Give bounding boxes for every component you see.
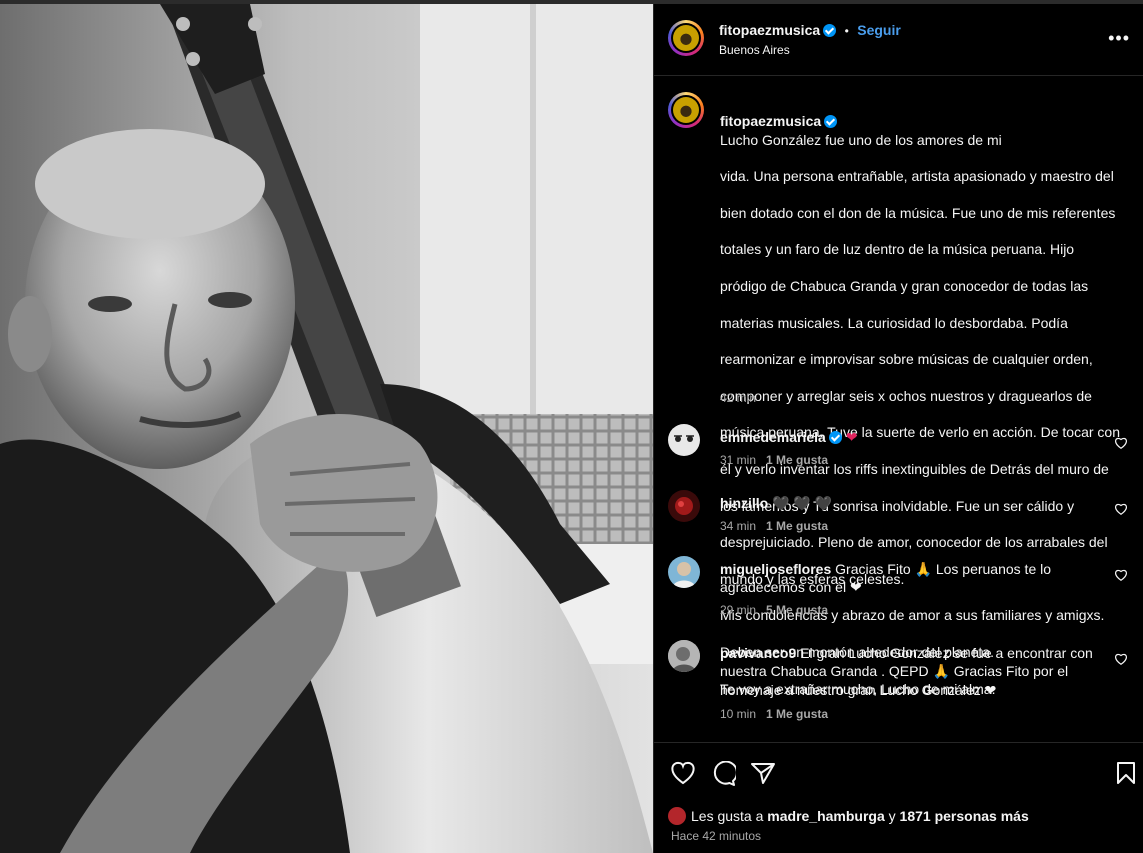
likes-conjunction: y	[888, 808, 896, 824]
comment-text: emmedemariela ❤	[720, 428, 1110, 446]
comment-time[interactable]: 29 min	[720, 603, 756, 617]
caption-line: vida. Una persona entrañable, artista ap…	[720, 168, 1114, 185]
caption-line: pródigo de Chabuca Granda y gran conoced…	[720, 277, 1089, 294]
comment-likes[interactable]: 5 Me gusta	[766, 603, 828, 617]
comment-item: emmedemariela ❤ 31 min 1 Me gusta	[668, 424, 1128, 474]
comment-content: nuestra Chabuca Granda . QEPD 🙏 Gracias …	[720, 663, 1069, 680]
comment-bubble-icon[interactable]	[711, 761, 736, 786]
verified-badge-icon	[828, 431, 842, 444]
comment-time[interactable]: 34 min	[720, 519, 756, 533]
comment-like-heart-icon[interactable]	[1114, 568, 1128, 582]
comment-item: migueljoseflores Gracias Fito 🙏 Los peru…	[668, 556, 1128, 622]
comment-username[interactable]: emmedemariela	[720, 429, 826, 445]
comment-text: hinzillo 🖤 🖤 🖤	[720, 494, 1110, 512]
comment-content: homenaje a nuestro gran Lucho González ❤	[720, 681, 997, 698]
comment-meta: 10 min 1 Me gusta	[720, 707, 828, 721]
comment-avatar[interactable]	[668, 640, 700, 672]
likes-prefix: Les gusta a	[691, 808, 764, 824]
author-avatar[interactable]	[668, 20, 704, 56]
verified-badge-icon	[824, 115, 838, 129]
comment-like-heart-icon[interactable]	[1114, 502, 1128, 516]
caption-timestamp[interactable]: 42 min	[720, 391, 756, 405]
dot-separator: •	[844, 24, 849, 38]
author-username[interactable]: fitopaezmusica	[719, 22, 820, 38]
caption-line: materias musicales. La curiosidad lo des…	[720, 314, 1068, 331]
caption-line: totales y un faro de luz dentro de la mú…	[720, 241, 1075, 258]
comment-username[interactable]: pavivanco9	[720, 645, 796, 661]
follow-button[interactable]: Seguir	[857, 22, 901, 38]
caption-line: componer y arreglar seis x ochos nuestro…	[720, 387, 1092, 404]
comment-likes[interactable]: 1 Me gusta	[766, 707, 828, 721]
caption-author-avatar[interactable]	[668, 92, 704, 128]
comment-meta: 29 min 5 Me gusta	[720, 603, 828, 617]
post-header: fitopaezmusica • Seguir Buenos Aires •••	[654, 4, 1143, 76]
share-send-icon[interactable]	[751, 762, 775, 785]
comment-avatar[interactable]	[668, 424, 700, 456]
like-heart-icon[interactable]	[670, 761, 696, 785]
comment-username[interactable]: hinzillo	[720, 495, 768, 511]
comment-time[interactable]: 31 min	[720, 453, 756, 467]
comment-likes[interactable]: 1 Me gusta	[766, 519, 828, 533]
comment-meta: 34 min 1 Me gusta	[720, 519, 828, 533]
caption-author-username[interactable]: fitopaezmusica	[720, 113, 821, 129]
post-photo[interactable]	[0, 4, 653, 853]
photo-illustration	[0, 4, 653, 853]
likes-others-link[interactable]: 1871 personas más	[900, 808, 1029, 824]
comment-avatar[interactable]	[668, 490, 700, 522]
comment-text: migueljoseflores Gracias Fito 🙏 Los peru…	[720, 560, 1110, 597]
caption-line: bien dotado con el don de la música. Fue…	[720, 204, 1116, 221]
comment-avatar[interactable]	[668, 556, 700, 588]
liker-avatar[interactable]	[668, 807, 686, 825]
likes-summary: Les gusta a madre_hamburga y 1871 person…	[668, 807, 1029, 825]
comment-text: pavivanco9 El gran Lucho González se fue…	[720, 644, 1110, 699]
comment-meta: 31 min 1 Me gusta	[720, 453, 828, 467]
post-location[interactable]: Buenos Aires	[719, 43, 790, 57]
post-details-panel: fitopaezmusica • Seguir Buenos Aires •••…	[653, 4, 1143, 853]
comment-like-heart-icon[interactable]	[1114, 652, 1128, 666]
comment-content: ❤	[845, 429, 858, 445]
post-time-ago[interactable]: Hace 42 minutos	[671, 829, 761, 843]
post-actions-bar: Les gusta a madre_hamburga y 1871 person…	[654, 742, 1143, 853]
comment-item: hinzillo 🖤 🖤 🖤 34 min 1 Me gusta	[668, 490, 1128, 540]
save-bookmark-icon[interactable]	[1116, 761, 1136, 785]
caption-line: rearmonizar e improvisar sobre músicas d…	[720, 351, 1093, 368]
comment-time[interactable]: 10 min	[720, 707, 756, 721]
comment-content: Gracias Fito 🙏 Los peruanos te lo	[835, 561, 1052, 577]
likes-user-link[interactable]: madre_hamburga	[767, 808, 884, 824]
comment-content: 🖤 🖤 🖤	[772, 495, 833, 511]
comment-content: agradecemos con el ❤	[720, 579, 862, 596]
comment-likes[interactable]: 1 Me gusta	[766, 453, 828, 467]
comment-like-heart-icon[interactable]	[1114, 436, 1128, 450]
caption-line: Lucho González fue uno de los amores de …	[720, 131, 1002, 148]
verified-badge-icon	[823, 24, 837, 37]
comment-username[interactable]: migueljoseflores	[720, 561, 831, 577]
more-options-icon[interactable]: •••	[1108, 28, 1130, 49]
comment-item: pavivanco9 El gran Lucho González se fue…	[668, 640, 1128, 724]
comment-content: El gran Lucho González se fue a encontra…	[800, 645, 1093, 661]
